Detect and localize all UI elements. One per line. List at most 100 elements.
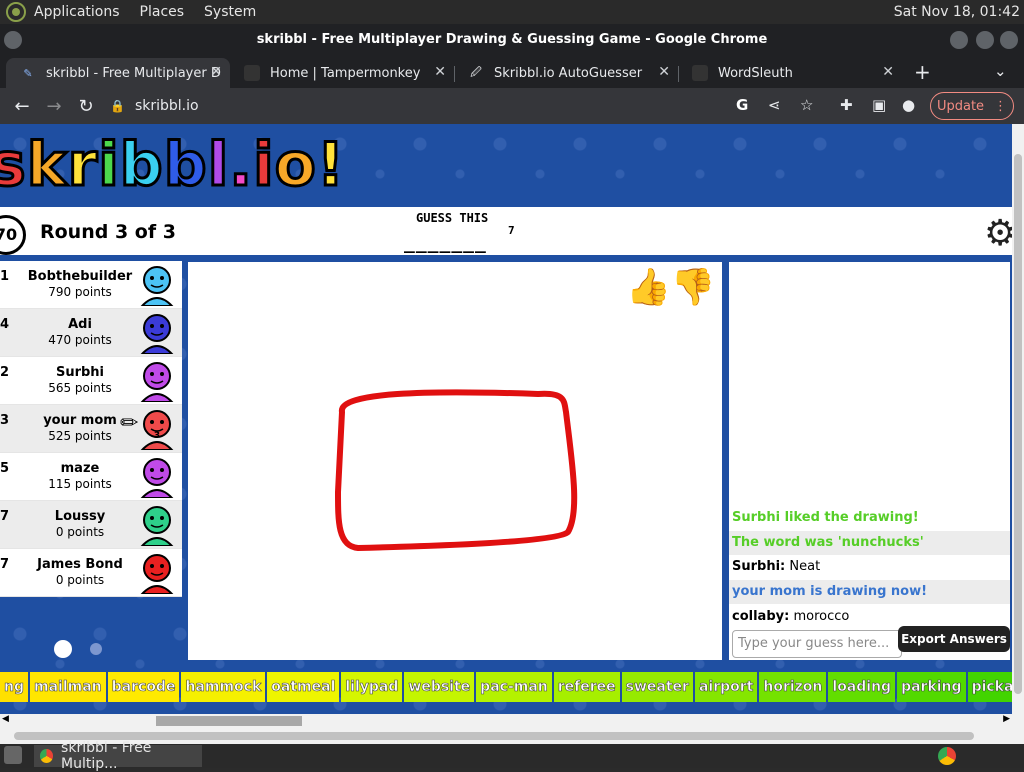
menu-places[interactable]: Places: [140, 4, 185, 20]
answer-word[interactable]: oatmeal: [267, 672, 340, 702]
back-icon[interactable]: ←: [6, 96, 38, 117]
show-desktop-icon[interactable]: [4, 746, 22, 764]
rating-buttons: 👍👎: [626, 266, 716, 308]
scrollbar-thumb[interactable]: [14, 732, 974, 740]
menu-system[interactable]: System: [204, 4, 256, 20]
thumbs-down-icon[interactable]: 👎: [671, 267, 716, 308]
answer-word[interactable]: pac-man: [476, 672, 552, 702]
timer-clock: 70: [0, 215, 26, 255]
answer-word[interactable]: referee: [553, 672, 620, 702]
tab-strip: ✎ skribbl - Free Multiplayer D ✕ Home | …: [0, 56, 1024, 88]
chat-user: collaby:: [732, 609, 790, 624]
window-menu-icon[interactable]: [4, 31, 22, 49]
menu-applications[interactable]: Applications: [34, 4, 120, 20]
player-card[interactable]: 2 Surbhi 565 points: [0, 357, 182, 405]
player-name: Loussy: [54, 509, 106, 524]
forward-icon[interactable]: →: [38, 96, 70, 117]
player-card[interactable]: 5 maze 115 points: [0, 453, 182, 501]
tray-chrome-icon[interactable]: [938, 747, 956, 765]
answer-word[interactable]: mailman: [30, 672, 106, 702]
player-card[interactable]: 4 Adi 470 points: [0, 309, 182, 357]
bookmark-star-icon[interactable]: ☆: [800, 96, 813, 114]
tampermonkey-favicon-icon: [244, 65, 260, 81]
chat-message: Surbhi: Neat: [729, 555, 1010, 579]
page-vertical-scrollbar[interactable]: [1012, 124, 1024, 744]
close-window-icon[interactable]: [1000, 31, 1018, 49]
player-name: Adi: [68, 317, 92, 332]
update-button[interactable]: Update ⋮: [930, 92, 1014, 120]
scroll-left-icon[interactable]: ◀: [2, 714, 9, 724]
chat-text: your mom is drawing now!: [732, 584, 928, 599]
share-icon[interactable]: ⋖: [768, 96, 781, 114]
side-panel-icon[interactable]: ▣: [872, 96, 886, 114]
taskbar-chrome-window[interactable]: skribbl - Free Multip...: [34, 740, 202, 772]
extensions-icon[interactable]: ✚: [840, 96, 853, 114]
tab-skribbl[interactable]: ✎ skribbl - Free Multiplayer D ✕: [6, 58, 230, 88]
tab-tampermonkey[interactable]: Home | Tampermonkey ✕: [230, 58, 455, 88]
autoguesser-favicon-icon: 🖉: [470, 65, 482, 79]
player-card[interactable]: 7 Loussy 0 points: [0, 501, 182, 549]
answer-word[interactable]: lilypad: [341, 672, 403, 702]
player-rank: 7: [0, 509, 10, 524]
profile-avatar-icon[interactable]: ●: [902, 96, 915, 114]
answer-word[interactable]: airport: [694, 672, 758, 702]
answer-word[interactable]: ng: [0, 672, 28, 702]
tab-label: Skribbl.io AutoGuesser: [494, 65, 643, 81]
url-text[interactable]: skribbl.io: [135, 98, 199, 114]
new-tab-icon[interactable]: +: [914, 60, 931, 84]
os-clock[interactable]: Sat Nov 18, 01:42: [894, 4, 1020, 20]
kebab-menu-icon[interactable]: ⋮: [994, 99, 1007, 114]
tab-autoguesser[interactable]: 🖉 Skribbl.io AutoGuesser ✕: [454, 58, 679, 88]
minimize-icon[interactable]: [950, 31, 968, 49]
player-name: Surbhi: [55, 365, 105, 380]
player-points: 565 points: [48, 381, 112, 395]
maximize-icon[interactable]: [976, 31, 994, 49]
drawing-svg: [335, 389, 578, 551]
player-avatar: 3: [140, 410, 174, 450]
tab-wordsleuth[interactable]: WordSleuth ✕: [678, 58, 902, 88]
window-titlebar[interactable]: skribbl - Free Multiplayer Drawing & Gue…: [0, 24, 1024, 56]
player-avatar: [140, 458, 174, 498]
thumbs-up-icon[interactable]: 👍: [626, 267, 671, 308]
browser-toolbar: ← → ↻ 🔒 skribbl.io G ⋖ ☆ ✚ ▣ ● Update ⋮: [0, 88, 1024, 124]
tab-close-icon[interactable]: ✕: [210, 64, 222, 80]
answer-word[interactable]: loading: [828, 672, 896, 702]
player-list: 1 Bobthebuilder 790 points 4 Adi 470 points 2 S…: [0, 261, 182, 597]
scroll-right-icon[interactable]: ▶: [1003, 714, 1010, 724]
google-icon[interactable]: G: [736, 96, 748, 114]
inner-horizontal-scrollbar[interactable]: ◀ ▶: [0, 714, 1012, 728]
reload-icon[interactable]: ↻: [70, 96, 102, 117]
answer-word[interactable]: barcode: [107, 672, 180, 702]
tab-close-icon[interactable]: ✕: [882, 64, 894, 80]
export-answers-button[interactable]: Export Answers: [898, 626, 1010, 652]
player-points: 0 points: [55, 573, 105, 587]
page-dot-active[interactable]: [54, 640, 72, 658]
player-card[interactable]: 7 James Bond 0 points: [0, 549, 182, 597]
guess-input[interactable]: Type your guess here...: [732, 630, 902, 658]
tab-close-icon[interactable]: ✕: [434, 64, 446, 80]
chrome-icon: [40, 749, 54, 763]
skribbl-favicon-icon: ✎: [23, 66, 33, 80]
wordsleuth-favicon-icon: [692, 65, 708, 81]
player-rank: 2: [0, 365, 10, 380]
answer-word[interactable]: hammock: [181, 672, 266, 702]
os-top-panel: Applications Places System Sat Nov 18, 0…: [0, 0, 1024, 24]
os-logo-icon[interactable]: [6, 2, 26, 22]
game-topbar: 70 Round 3 of 3 GUESS THIS _______ 7 ⚙: [0, 207, 1016, 255]
page-dot[interactable]: [90, 643, 102, 655]
player-card[interactable]: 1 Bobthebuilder 790 points: [0, 261, 182, 309]
answer-word[interactable]: horizon: [759, 672, 827, 702]
scrollbar-thumb[interactable]: [156, 716, 302, 726]
lock-icon[interactable]: 🔒: [110, 99, 125, 113]
tab-label: WordSleuth: [718, 65, 793, 81]
tab-search-chevron-icon[interactable]: ⌄: [994, 62, 1007, 80]
player-name: maze: [60, 461, 100, 476]
tab-close-icon[interactable]: ✕: [658, 64, 670, 80]
drawing-canvas[interactable]: [188, 262, 722, 660]
address-bar[interactable]: 🔒 skribbl.io: [110, 88, 199, 124]
answer-word[interactable]: parking: [897, 672, 966, 702]
scrollbar-thumb[interactable]: [1014, 154, 1022, 694]
answer-word[interactable]: website: [404, 672, 475, 702]
player-card[interactable]: 3 your mom 525 points ✏ 3: [0, 405, 182, 453]
answer-word[interactable]: sweater: [621, 672, 693, 702]
